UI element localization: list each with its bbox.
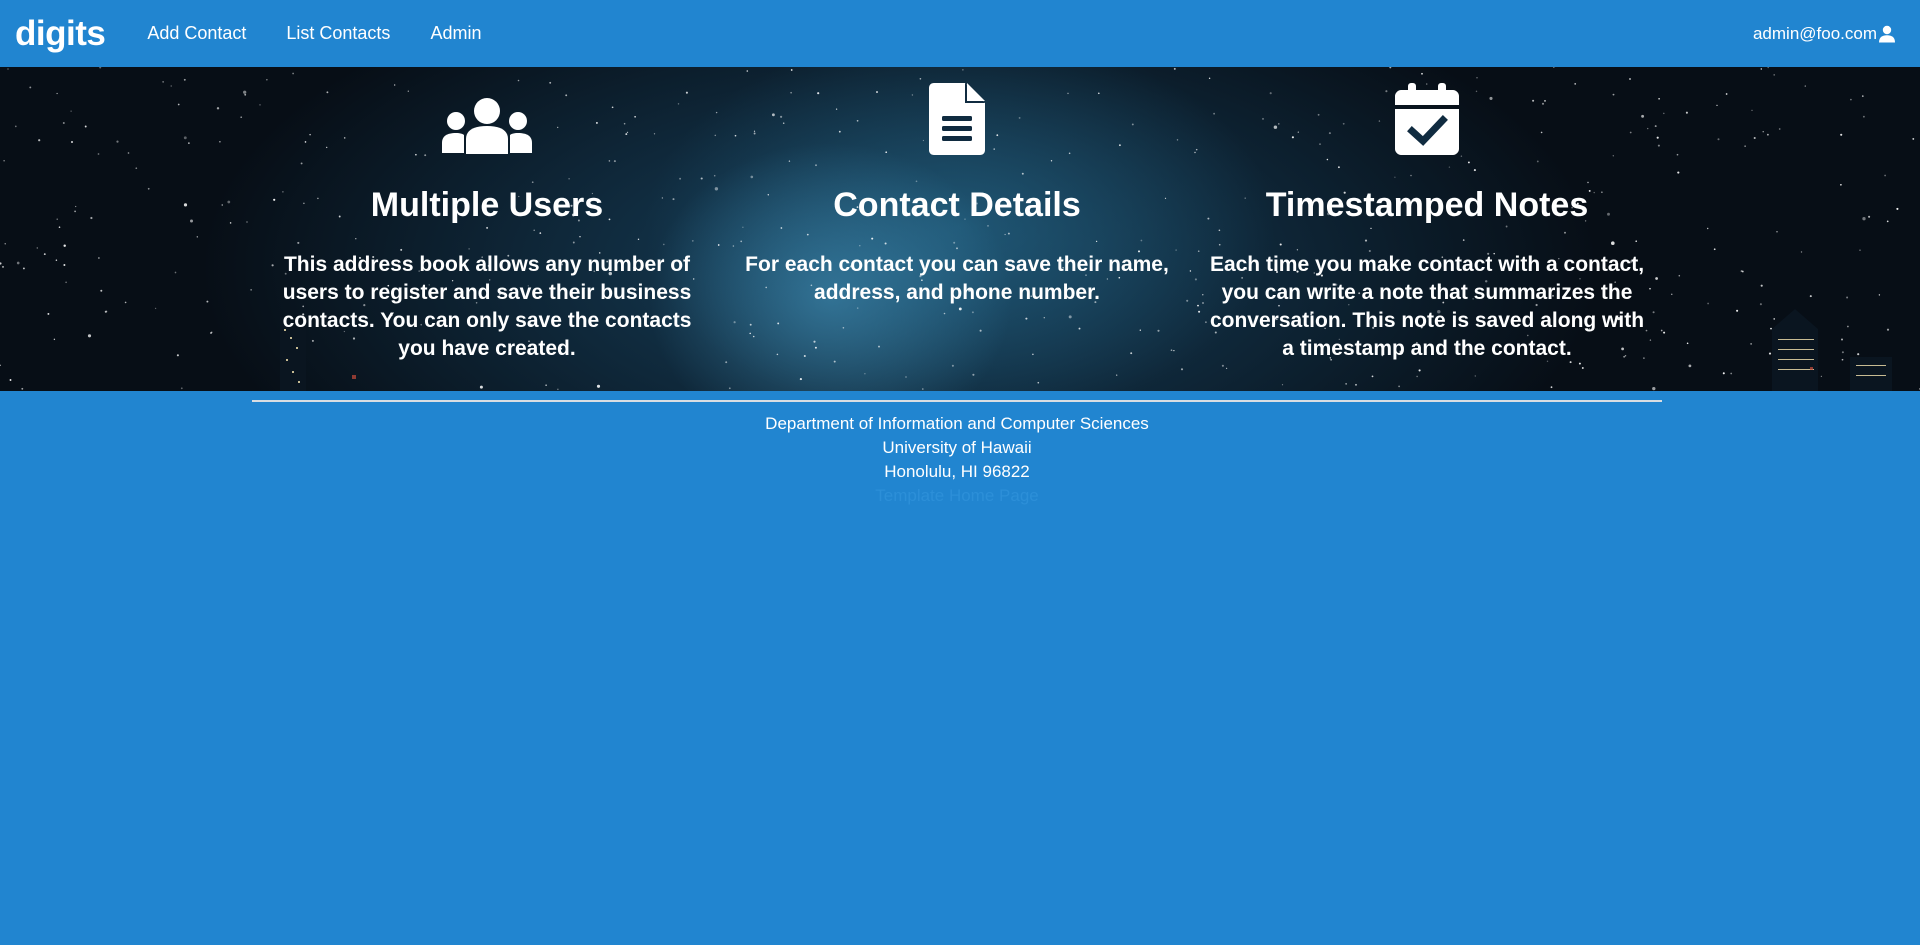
top-menu: digits Add Contact List Contacts Admin a… bbox=[0, 0, 1920, 67]
footer-divider bbox=[252, 400, 1662, 402]
footer-address: Honolulu, HI 96822 bbox=[884, 462, 1030, 481]
calendar-check-icon bbox=[1395, 81, 1459, 155]
feature-timestamped-notes: Timestamped Notes Each time you make con… bbox=[1192, 67, 1662, 391]
feature-multiple-users: Multiple Users This address book allows … bbox=[252, 67, 722, 391]
file-text-icon bbox=[929, 81, 985, 155]
feature-description: For each contact you can save their name… bbox=[745, 253, 1169, 304]
landing-hero: Multiple Users This address book allows … bbox=[0, 67, 1920, 391]
footer-template-home-link[interactable]: Template Home Page bbox=[252, 484, 1662, 508]
user-icon bbox=[1879, 25, 1895, 42]
feature-heading: Multiple Users bbox=[370, 186, 604, 224]
footer-university: University of Hawaii bbox=[882, 438, 1032, 457]
feature-description: This address book allows any number of u… bbox=[282, 253, 692, 360]
users-icon bbox=[442, 81, 532, 155]
user-dropdown[interactable]: admin@foo.com bbox=[1753, 0, 1896, 67]
feature-columns: Multiple Users This address book allows … bbox=[252, 67, 1662, 391]
footer: Department of Information and Computer S… bbox=[252, 412, 1662, 508]
nav-add-contact[interactable]: Add Contact bbox=[127, 23, 266, 44]
nav-list-contacts[interactable]: List Contacts bbox=[266, 23, 410, 44]
feature-heading: Timestamped Notes bbox=[1265, 186, 1589, 224]
footer-department: Department of Information and Computer S… bbox=[765, 414, 1149, 433]
feature-heading: Contact Details bbox=[833, 186, 1081, 224]
brand-logo[interactable]: digits bbox=[15, 14, 106, 54]
user-email: admin@foo.com bbox=[1752, 23, 1877, 43]
nav-admin[interactable]: Admin bbox=[410, 23, 501, 44]
feature-description: Each time you make contact with a contac… bbox=[1209, 253, 1645, 360]
feature-contact-details: Contact Details For each contact you can… bbox=[722, 67, 1192, 391]
